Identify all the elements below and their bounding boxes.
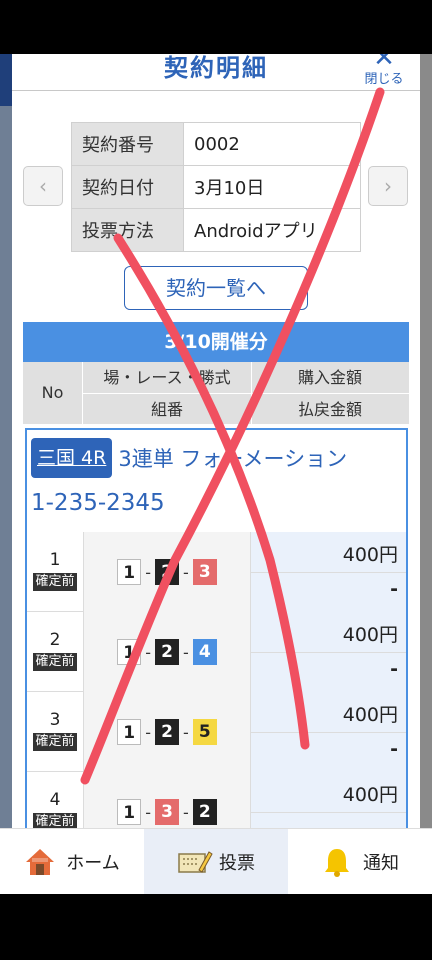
- prev-contract-button[interactable]: ‹: [23, 166, 63, 206]
- nav-home[interactable]: ホーム: [0, 829, 144, 894]
- purchase-amount: 400円: [342, 624, 398, 646]
- row-no-cell: 1 確定前: [27, 532, 83, 612]
- amount-cell: 400円 -: [251, 692, 406, 772]
- combo-cell: 1- 3- 2: [83, 772, 251, 828]
- close-button[interactable]: ✕ 閉じる: [360, 54, 408, 87]
- table-row: 3 確定前 1- 2- 5 400円 -: [27, 692, 406, 772]
- contract-number-row: 契約番号 0002: [71, 122, 361, 166]
- amount-cell: 400円 -: [251, 532, 406, 612]
- column-header: No 場・レース・勝式 購入金額 組番 払戻金額: [23, 362, 409, 424]
- race-line: 三国 4R 3連単 フォーメーション: [31, 436, 347, 480]
- venue-race-link[interactable]: 三国 4R: [31, 438, 113, 478]
- payout-amount: -: [390, 658, 398, 680]
- row-number: 2: [49, 630, 61, 650]
- boat-number: 1: [117, 639, 142, 665]
- col-refund: 払戻金額: [251, 393, 409, 424]
- status-badge: 確定前: [33, 813, 77, 828]
- day-header: 3/10開催分: [23, 322, 409, 362]
- boat-number: 1: [117, 719, 142, 745]
- boat-number: 4: [192, 639, 217, 665]
- combo-cell: 1- 2- 5: [83, 692, 251, 772]
- table-row: 4 確定前 1- 3- 2 400円: [27, 772, 406, 828]
- row-number: 1: [49, 550, 61, 570]
- contract-date-row: 契約日付 3月10日: [71, 165, 361, 209]
- status-badge: 確定前: [33, 733, 77, 751]
- contract-date-key: 契約日付: [71, 165, 184, 209]
- contract-detail-modal: 契約明細 ✕ 閉じる ‹ › 契約番号 0002 契約日付 3月10日 投票方法…: [12, 54, 420, 828]
- col-divider: [251, 362, 252, 424]
- boat-number: 1: [117, 799, 142, 825]
- bottom-navigation: ホーム 投票 通知: [0, 828, 432, 894]
- contract-number-value: 0002: [183, 122, 361, 166]
- boat-number: 2: [192, 799, 217, 825]
- boat-number: 2: [155, 639, 179, 665]
- boat-number: 3: [155, 799, 179, 825]
- title-divider: [12, 90, 420, 91]
- background-header: [0, 54, 12, 106]
- payout-amount: -: [390, 738, 398, 760]
- purchase-amount: 400円: [342, 544, 398, 566]
- combo-cell: 1- 2- 3: [83, 532, 251, 612]
- bet-rows: 1 確定前 1- 2- 3 400円 - 2 確定前 1 - 2 - 4 400…: [27, 532, 406, 828]
- bet-type: 3連単 フォーメーション: [118, 447, 348, 471]
- row-number: 3: [49, 710, 61, 730]
- combination-code: 1-235-2345: [31, 490, 165, 516]
- close-label: 閉じる: [364, 72, 404, 87]
- row-no-cell: 2 確定前: [27, 612, 83, 692]
- background-sidebar: [0, 54, 12, 828]
- col-combo: 組番: [83, 393, 251, 424]
- modal-title: 契約明細: [164, 54, 268, 82]
- vote-method-row: 投票方法 Androidアプリ: [71, 208, 361, 252]
- system-nav-bar: [0, 894, 432, 960]
- status-badge: 確定前: [33, 653, 77, 671]
- purchase-amount: 400円: [342, 704, 398, 726]
- table-row: 1 確定前 1- 2- 3 400円 -: [27, 532, 406, 612]
- row-no-cell: 3 確定前: [27, 692, 83, 772]
- nav-vote-label: 投票: [219, 852, 255, 874]
- col-purchase: 購入金額: [297, 368, 362, 387]
- payout-amount: -: [390, 578, 398, 600]
- table-row: 2 確定前 1- 2- 4 400円 -: [27, 612, 406, 692]
- vote-method-key: 投票方法: [71, 208, 184, 252]
- status-badge: 確定前: [33, 573, 77, 591]
- nav-vote[interactable]: 投票: [144, 829, 288, 894]
- boat-number: 2: [155, 719, 179, 745]
- bell-icon: [321, 846, 353, 878]
- bet-detail-box: 三国 4R 3連単 フォーメーション 1-235-2345 1 確定前 1- 2…: [25, 428, 408, 828]
- boat-number: 5: [192, 719, 217, 745]
- ticket-pencil-icon: [177, 846, 213, 878]
- row-number: 4: [49, 790, 61, 810]
- col-no: No: [23, 362, 83, 424]
- purchase-amount: 400円: [342, 784, 398, 806]
- boat-number: 1: [117, 559, 142, 585]
- contract-info-table: 契約番号 0002 契約日付 3月10日 投票方法 Androidアプリ: [71, 122, 361, 252]
- contract-number-key: 契約番号: [71, 122, 184, 166]
- nav-notify-label: 通知: [363, 852, 399, 874]
- amount-cell: 400円: [251, 772, 406, 828]
- vote-method-value: Androidアプリ: [183, 208, 361, 252]
- row-no-cell: 4 確定前: [27, 772, 83, 828]
- col-race: 場・レース・勝式: [103, 368, 231, 387]
- contract-list-button[interactable]: 契約一覧へ: [124, 266, 308, 310]
- boat-number: 3: [192, 559, 217, 585]
- boat-number: 2: [155, 559, 179, 585]
- nav-home-label: ホーム: [66, 852, 120, 874]
- next-contract-button[interactable]: ›: [368, 166, 408, 206]
- combo-cell: 1- 2- 4: [83, 612, 251, 692]
- status-bar: [0, 0, 432, 54]
- nav-notify[interactable]: 通知: [288, 829, 432, 894]
- amount-cell: 400円 -: [251, 612, 406, 692]
- contract-date-value: 3月10日: [183, 165, 361, 209]
- home-icon: [24, 846, 56, 878]
